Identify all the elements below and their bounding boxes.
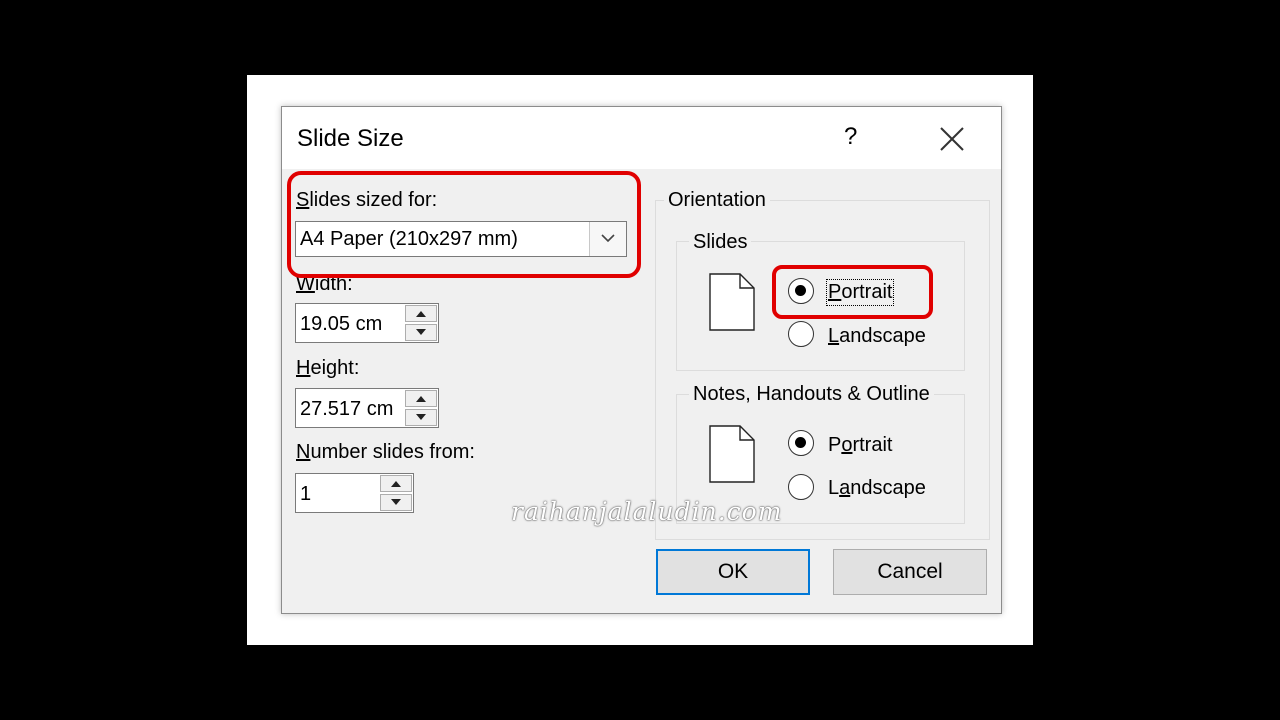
help-button[interactable]: ? (844, 123, 857, 151)
orientation-title: Orientation (664, 189, 770, 212)
arrow-down-icon (416, 329, 426, 335)
portrait-page-icon (709, 273, 755, 331)
notes-group-title: Notes, Handouts & Outline (689, 383, 934, 406)
arrow-down-icon (416, 414, 426, 420)
arrow-up-icon (416, 396, 426, 402)
notes-landscape-radio[interactable] (788, 474, 814, 500)
number-slides-from-label: Number slides from: (296, 441, 475, 463)
height-label: Height: (296, 357, 360, 379)
width-value: 19.05 cm (300, 313, 383, 335)
width-spin-buttons (405, 305, 437, 341)
cancel-button[interactable]: Cancel (833, 549, 987, 595)
slides-portrait-radio[interactable] (788, 278, 814, 304)
height-spinner[interactable]: 27.517 cm (295, 388, 439, 428)
height-value: 27.517 cm (300, 398, 394, 420)
arrow-up-icon (416, 311, 426, 317)
slides-group-title: Slides (689, 231, 752, 254)
arrow-up-icon (391, 481, 401, 487)
close-icon[interactable] (938, 125, 966, 153)
watermark-text: raihanjalaludin.com (511, 497, 783, 526)
number-increment-button[interactable] (380, 475, 412, 492)
notes-portrait-label[interactable]: Portrait (828, 434, 892, 457)
number-slides-value: 1 (300, 483, 312, 505)
width-decrement-button[interactable] (405, 324, 437, 341)
slides-sized-for-label: Slides sized for: (296, 189, 438, 211)
slides-landscape-radio[interactable] (788, 321, 814, 347)
notes-portrait-page-icon (709, 425, 755, 483)
number-slides-spinner[interactable]: 1 (295, 473, 414, 513)
height-decrement-button[interactable] (405, 409, 437, 426)
height-increment-button[interactable] (405, 390, 437, 407)
title-bar: Slide Size ? (282, 107, 1001, 169)
width-label: Width: (296, 273, 353, 295)
notes-landscape-label[interactable]: Landscape (828, 477, 926, 500)
height-spin-buttons (405, 390, 437, 426)
dropdown-arrow[interactable] (589, 222, 626, 256)
width-increment-button[interactable] (405, 305, 437, 322)
slides-sized-for-dropdown[interactable]: A4 Paper (210x297 mm) (295, 221, 627, 257)
slides-portrait-label[interactable]: Portrait (825, 279, 895, 306)
slide-size-dialog: Slide Size ? Slides sized for: A4 Paper … (281, 106, 1002, 614)
number-spin-buttons (380, 475, 412, 511)
chevron-down-icon (601, 234, 615, 243)
dialog-title: Slide Size (297, 125, 404, 152)
slides-landscape-label[interactable]: Landscape (828, 325, 926, 348)
notes-portrait-radio[interactable] (788, 430, 814, 456)
dropdown-value: A4 Paper (210x297 mm) (300, 228, 518, 250)
arrow-down-icon (391, 499, 401, 505)
ok-button[interactable]: OK (656, 549, 810, 595)
number-decrement-button[interactable] (380, 494, 412, 511)
width-spinner[interactable]: 19.05 cm (295, 303, 439, 343)
